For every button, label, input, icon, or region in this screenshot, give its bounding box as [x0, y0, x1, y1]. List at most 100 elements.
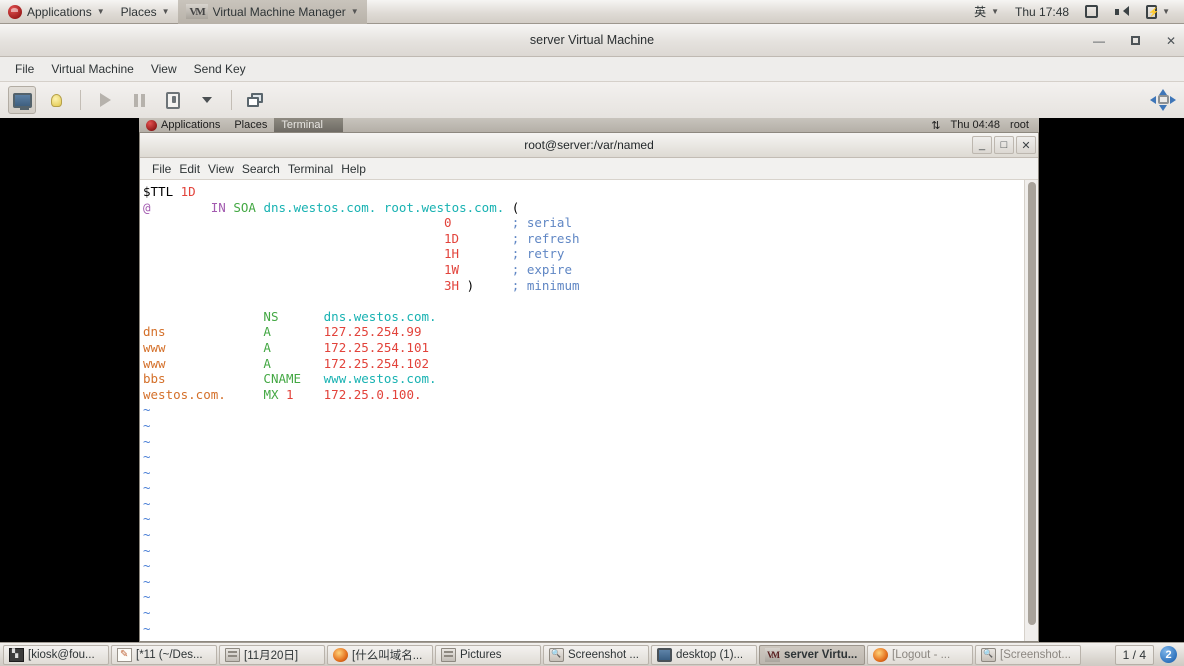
terminal-minimize-button[interactable]: _	[972, 136, 992, 154]
taskbar-item[interactable]: [*11 (~/Des...	[111, 644, 217, 665]
taskbar-item[interactable]: [Screenshot...	[975, 644, 1081, 665]
taskbar-item[interactable]: desktop (1)...	[651, 644, 757, 665]
menu-view[interactable]: View	[144, 59, 184, 79]
guest-applications-label: Applications	[161, 119, 221, 131]
terminal-content[interactable]: $TTL 1D @ IN SOA dns.westos.com. root.wes…	[140, 180, 1038, 641]
terminal-line: 1D ; refresh	[444, 230, 580, 246]
terminal-menu-search[interactable]: Search	[242, 162, 280, 176]
terminal-line: 1H ; retry	[444, 246, 565, 262]
guest-applications-menu[interactable]: Applications	[139, 118, 227, 132]
vim-empty-line-marker: ~	[143, 449, 151, 465]
text-editor-icon	[117, 647, 132, 662]
pause-button[interactable]	[125, 86, 153, 114]
document-icon	[225, 647, 240, 662]
details-lightbulb-icon	[50, 93, 62, 107]
minimize-button[interactable]: —	[1092, 34, 1106, 48]
details-button[interactable]	[42, 86, 70, 114]
terminal-window-controls: _ □ ✕	[972, 136, 1036, 154]
menu-send-key[interactable]: Send Key	[187, 59, 253, 79]
taskbar-item-label: [什么叫域名...	[352, 649, 423, 662]
guest-top-panel: Applications Places Terminal ⇅ Thu 04:48…	[139, 118, 1039, 132]
terminal-line: 1W ; expire	[444, 261, 572, 277]
chevron-down-icon: ▼	[96, 6, 105, 16]
guest-user-menu[interactable]: root	[1010, 119, 1029, 131]
host-active-app-menu[interactable]: VM Virtual Machine Manager ▼	[177, 0, 367, 24]
taskbar-item-label: [Logout - ...	[892, 648, 951, 661]
terminal-line: @ IN SOA dns.westos.com. root.westos.com…	[143, 199, 520, 215]
vim-empty-line-marker: ~	[143, 480, 151, 496]
terminal-menu-view[interactable]: View	[208, 162, 234, 176]
taskbar-item[interactable]: [11月20日]	[219, 644, 325, 665]
guest-network-icon[interactable]: ⇅	[931, 119, 940, 132]
input-method-indicator[interactable]: 英 ▼	[966, 0, 1007, 24]
terminal-menu-edit[interactable]: Edit	[179, 162, 200, 176]
fedora-logo-icon	[8, 4, 22, 19]
guest-window-list-terminal[interactable]: Terminal	[274, 118, 343, 132]
terminal-menubar: File Edit View Search Terminal Help	[140, 158, 1038, 180]
display-tray-button[interactable]	[1077, 0, 1106, 24]
screen: Applications ▼ Places ▼ VM Virtual Machi…	[0, 0, 1184, 666]
battery-tray-button[interactable]: ⚡ ▼	[1138, 0, 1178, 24]
guest-viewport[interactable]: Applications Places Terminal ⇅ Thu 04:48…	[0, 118, 1184, 642]
taskbar-task-list: [kiosk@fou... [*11 (~/Des... [11月20日] [什么叫域…	[3, 644, 1081, 665]
vim-empty-line-marker: ~	[143, 620, 151, 636]
menu-virtual-machine[interactable]: Virtual Machine	[44, 59, 141, 79]
close-button[interactable]: ✕	[1164, 34, 1178, 48]
vim-empty-line-marker: ~	[143, 589, 151, 605]
terminal-line: www A 172.25.254.101	[143, 339, 429, 355]
scrollbar-thumb[interactable]	[1028, 182, 1036, 625]
guest-places-menu[interactable]: Places	[227, 118, 274, 132]
vmm-window-title: server Virtual Machine	[529, 33, 655, 47]
console-view-button[interactable]	[8, 86, 36, 114]
taskbar-item-label: [*11 (~/Des...	[136, 648, 203, 661]
vmm-window-controls: — ✕	[1092, 24, 1178, 57]
snapshots-button[interactable]	[242, 86, 270, 114]
fullscreen-resize-icon[interactable]	[1150, 89, 1176, 111]
menu-file[interactable]: File	[8, 59, 41, 79]
guest-clock-label: Thu 04:48	[950, 119, 1001, 131]
chevron-down-icon: ▼	[1162, 6, 1170, 16]
host-active-app-label: Virtual Machine Manager	[212, 4, 346, 19]
display-icon	[1085, 5, 1099, 18]
file-manager-icon	[441, 647, 456, 662]
terminal-line: www A 172.25.254.102	[143, 355, 429, 371]
host-clock[interactable]: Thu 17:48	[1007, 0, 1077, 24]
taskbar-item[interactable]: Screenshot ...	[543, 644, 649, 665]
taskbar-item[interactable]: [Logout - ...	[867, 644, 973, 665]
shutdown-dropdown-button[interactable]	[193, 86, 221, 114]
vmm-logo-icon: VM	[185, 4, 208, 19]
notification-badge[interactable]: 2	[1160, 646, 1177, 663]
taskbar-item[interactable]: [什么叫域名...	[327, 644, 433, 665]
vim-empty-line-marker: ~	[143, 511, 151, 527]
terminal-scrollbar[interactable]	[1024, 180, 1038, 641]
run-button[interactable]	[91, 86, 119, 114]
host-applications-menu[interactable]: Applications ▼	[0, 0, 113, 24]
host-clock-label: Thu 17:48	[1015, 4, 1070, 19]
taskbar-item[interactable]: VM server Virtu...	[759, 644, 865, 665]
vmm-icon: VM	[765, 647, 780, 662]
workspace-indicator[interactable]: 1 / 4	[1114, 644, 1154, 665]
vim-empty-line-marker: ~	[143, 636, 1038, 641]
shutdown-button[interactable]	[159, 86, 187, 114]
battery-icon: ⚡	[1146, 4, 1160, 19]
terminal-menu-terminal[interactable]: Terminal	[288, 162, 333, 176]
taskbar-item[interactable]: [kiosk@fou...	[3, 644, 109, 665]
terminal-window-title: root@server:/var/named	[524, 138, 654, 152]
taskbar-item-label: Screenshot ...	[568, 648, 639, 661]
vim-empty-line-marker: ~	[143, 495, 151, 511]
maximize-button[interactable]	[1128, 34, 1142, 48]
terminal-menu-help[interactable]: Help	[341, 162, 366, 176]
pause-icon	[133, 93, 145, 107]
terminal-icon	[9, 647, 24, 662]
vim-empty-line-marker: ~	[143, 542, 151, 558]
vim-empty-line-marker: ~	[143, 464, 151, 480]
volume-tray-button[interactable]	[1106, 0, 1138, 24]
terminal-maximize-button[interactable]: □	[994, 136, 1014, 154]
monitor-icon	[657, 647, 672, 662]
host-places-menu[interactable]: Places ▼	[113, 0, 178, 24]
taskbar-item[interactable]: Pictures	[435, 644, 541, 665]
taskbar-item-label: [11月20日]	[244, 649, 299, 662]
terminal-menu-file[interactable]: File	[152, 162, 171, 176]
terminal-close-button[interactable]: ✕	[1016, 136, 1036, 154]
